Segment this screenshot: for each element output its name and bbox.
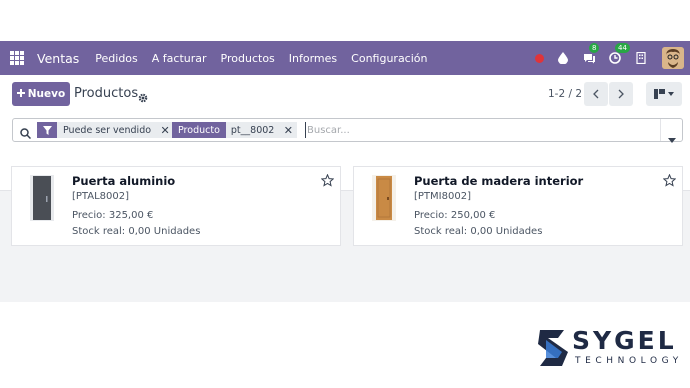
product-reference: [PTMI8002] (414, 191, 471, 202)
new-button[interactable]: Nuevo (12, 82, 70, 106)
activities-clock-icon[interactable]: 44 (608, 43, 630, 65)
menu-item-a-facturar[interactable]: A facturar (152, 52, 207, 65)
product-name: Puerta aluminio (72, 174, 176, 188)
search-options-toggle-icon[interactable] (668, 128, 676, 147)
caret-down-icon (668, 92, 674, 96)
remove-facet-icon[interactable]: ✕ (279, 122, 298, 138)
pager-previous-button[interactable] (584, 82, 608, 106)
search-divider (660, 119, 661, 141)
sygel-logo: SYGEL TECHNOLOGY (538, 326, 678, 370)
pager-next-button[interactable] (609, 82, 633, 106)
facet-tag-label: Producto (172, 122, 226, 138)
filter-icon (37, 122, 57, 138)
apps-menu-icon[interactable] (10, 51, 24, 65)
product-image (372, 175, 396, 221)
product-price: Precio: 250,00 € (414, 210, 496, 221)
sygel-logo-icon (538, 330, 568, 366)
new-button-label: Nuevo (27, 88, 66, 100)
activities-count-badge: 44 (615, 43, 630, 53)
messages-count-badge: 8 (589, 43, 600, 53)
user-avatar[interactable] (662, 47, 684, 69)
product-stock: Stock real: 0,00 Unidades (414, 226, 543, 237)
logo-sub-text: TECHNOLOGY (575, 356, 683, 366)
search-bar[interactable]: Puede ser vendido ✕ Producto pt__8002 ✕ (12, 118, 683, 143)
odoo-app: Ventas Pedidos A facturar Productos Info… (0, 41, 690, 302)
company-building-icon[interactable] (634, 51, 648, 65)
favorite-star-icon[interactable] (662, 172, 677, 191)
facet-value: Puede ser vendido (57, 122, 157, 138)
top-navbar: Ventas Pedidos A facturar Productos Info… (0, 41, 690, 75)
product-image (30, 175, 54, 221)
navbar-systray: 8 44 (535, 41, 690, 75)
facet-filter: Puede ser vendido ✕ (37, 122, 175, 138)
product-card[interactable]: Puerta de madera interior [PTMI8002] Pre… (353, 166, 683, 246)
kanban-icon (654, 89, 665, 99)
menu-item-informes[interactable]: Informes (289, 52, 337, 65)
kanban-view-switcher[interactable] (646, 82, 682, 106)
product-name: Puerta de madera interior (414, 174, 584, 188)
menu-item-configuracion[interactable]: Configuración (351, 52, 427, 65)
product-reference: [PTAL8002] (72, 191, 130, 202)
facet-product: Producto pt__8002 ✕ (172, 122, 298, 138)
product-stock: Stock real: 0,00 Unidades (72, 226, 201, 237)
chevron-right-icon (618, 89, 624, 99)
search-icon[interactable] (20, 124, 32, 143)
menu-item-pedidos[interactable]: Pedidos (95, 52, 138, 65)
facet-value: pt__8002 (225, 122, 280, 138)
plus-icon (16, 88, 25, 100)
page-title: Productos (74, 86, 139, 101)
app-brand[interactable]: Ventas (37, 51, 79, 66)
product-card[interactable]: Puerta aluminio [PTAL8002] Precio: 325,0… (11, 166, 341, 246)
drop-icon[interactable] (556, 51, 570, 65)
chevron-left-icon (593, 89, 599, 99)
product-price: Precio: 325,00 € (72, 210, 154, 221)
status-dot-icon[interactable] (535, 53, 544, 63)
screenshot-frame: Ventas Pedidos A facturar Productos Info… (0, 0, 690, 388)
pager-value[interactable]: 1-2 / 2 (548, 88, 582, 100)
favorite-star-icon[interactable] (320, 172, 335, 191)
menu-item-productos[interactable]: Productos (221, 52, 275, 65)
messages-icon[interactable]: 8 (582, 43, 600, 65)
logo-brand-text: SYGEL (572, 326, 677, 355)
gear-icon[interactable] (138, 88, 148, 107)
search-input[interactable] (305, 122, 645, 138)
